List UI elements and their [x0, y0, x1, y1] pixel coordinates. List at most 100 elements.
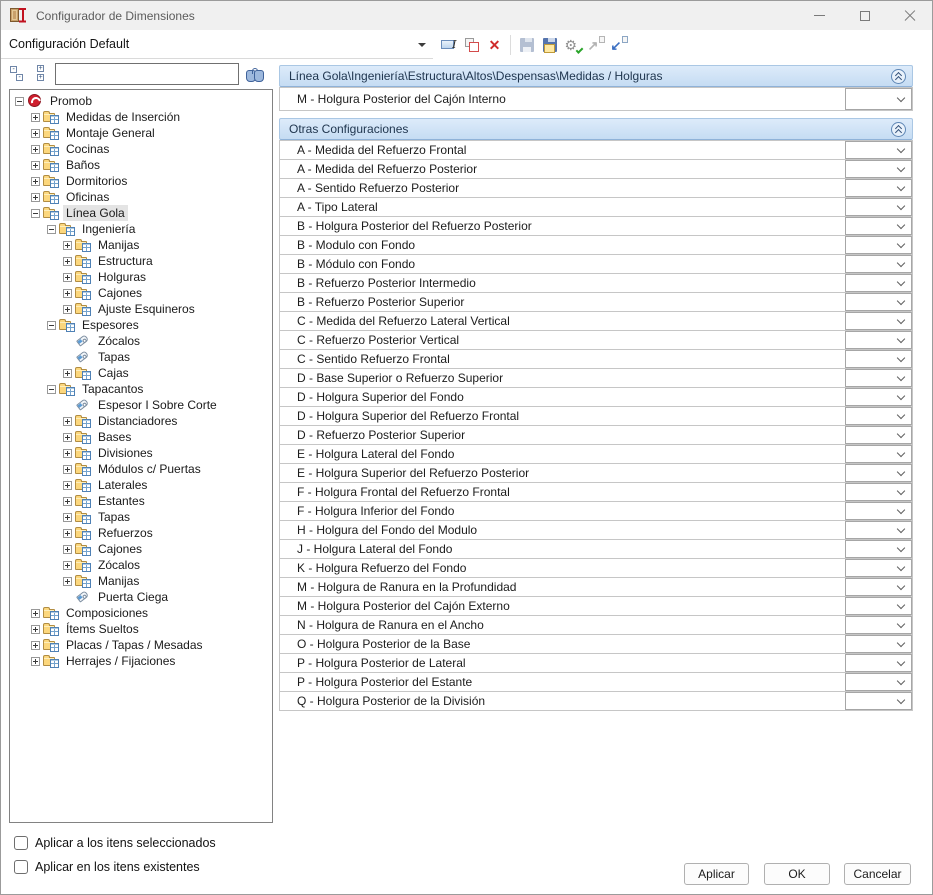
expander-icon[interactable] — [31, 161, 40, 170]
tree-item-label[interactable]: Herrajes / Fijaciones — [63, 653, 178, 669]
minimize-button[interactable] — [797, 1, 842, 30]
field-value-combobox[interactable] — [845, 502, 912, 520]
collapse-section-icon[interactable] — [891, 122, 906, 137]
tree-item-label[interactable]: Composiciones — [63, 605, 151, 621]
tree-item-label[interactable]: Dormitorios — [63, 173, 130, 189]
field-value-combobox[interactable] — [845, 274, 912, 292]
tree-item[interactable]: Módulos c/ Puertas — [10, 461, 272, 477]
tree-item[interactable]: Dormitorios — [10, 173, 272, 189]
tree-item[interactable]: Cajas — [10, 365, 272, 381]
field-value-combobox[interactable] — [845, 198, 912, 216]
field-value-combobox[interactable] — [845, 312, 912, 330]
tree-item[interactable]: Tapas — [10, 349, 272, 365]
configuration-selector[interactable]: Configuración Default — [1, 30, 433, 59]
expander-icon[interactable] — [63, 545, 72, 554]
field-value-combobox[interactable] — [845, 179, 912, 197]
tree-item-label[interactable]: Estructura — [95, 253, 156, 269]
tree-item[interactable]: Cajones — [10, 285, 272, 301]
tree-item-label[interactable]: Tapacantos — [79, 381, 146, 397]
tree-item[interactable]: Puerta Ciega — [10, 589, 272, 605]
expander-icon[interactable] — [31, 129, 40, 138]
tree-item[interactable]: Bases — [10, 429, 272, 445]
expander-icon[interactable] — [31, 657, 40, 666]
field-value-combobox[interactable] — [845, 255, 912, 273]
collapse-section-icon[interactable] — [891, 69, 906, 84]
field-value-combobox[interactable] — [845, 673, 912, 691]
field-value-combobox[interactable] — [845, 331, 912, 349]
tree-item[interactable]: Ajuste Esquineros — [10, 301, 272, 317]
tree-item[interactable]: Cajones — [10, 541, 272, 557]
tree-item-label[interactable]: Distanciadores — [95, 413, 180, 429]
tree-item-label[interactable]: Manijas — [95, 237, 142, 253]
tree-item-label[interactable]: Cajas — [95, 365, 132, 381]
tree-item-label[interactable]: Espesores — [79, 317, 142, 333]
tree-item[interactable]: Estructura — [10, 253, 272, 269]
tree-item-label[interactable]: Zócalos — [95, 557, 143, 573]
field-value-combobox[interactable] — [845, 483, 912, 501]
expander-icon[interactable] — [63, 369, 72, 378]
tree-item-label[interactable]: Espesor I Sobre Corte — [95, 397, 220, 413]
tree-item[interactable]: Ingeniería — [10, 221, 272, 237]
tree-item-label[interactable]: Holguras — [95, 269, 149, 285]
tree-item[interactable]: Tapas — [10, 509, 272, 525]
expander-icon[interactable] — [63, 417, 72, 426]
tree-view[interactable]: Promob Medidas de Inserción Montaje Gene… — [9, 89, 273, 823]
save-button-toolbar[interactable] — [516, 34, 537, 56]
expander-icon[interactable] — [63, 273, 72, 282]
expander-icon[interactable] — [63, 465, 72, 474]
expander-icon[interactable] — [63, 481, 72, 490]
cancel-button[interactable]: Cancelar — [844, 863, 911, 885]
tree-item-label[interactable]: Puerta Ciega — [95, 589, 171, 605]
tree-item[interactable]: Laterales — [10, 477, 272, 493]
field-value-combobox[interactable] — [845, 160, 912, 178]
field-value-combobox[interactable] — [845, 597, 912, 615]
field-value-combobox[interactable] — [845, 388, 912, 406]
expander-icon[interactable] — [31, 193, 40, 202]
tree-item-label[interactable]: Ítems Sueltos — [63, 621, 142, 637]
copy-config-button[interactable] — [461, 34, 482, 56]
tree-item-label[interactable]: Ingeniería — [79, 221, 138, 237]
field-value-combobox[interactable] — [845, 217, 912, 235]
rename-config-button[interactable]: I — [438, 34, 459, 56]
expander-icon[interactable] — [63, 433, 72, 442]
close-button[interactable] — [887, 1, 932, 30]
field-value-combobox[interactable] — [845, 236, 912, 254]
tree-item-label[interactable]: Zócalos — [95, 333, 143, 349]
expander-icon[interactable] — [15, 97, 24, 106]
import-button[interactable]: ↙ — [608, 34, 629, 56]
tree-item-label[interactable]: Cocinas — [63, 141, 112, 157]
expander-icon[interactable] — [31, 625, 40, 634]
tree-item[interactable]: Medidas de Inserción — [10, 109, 272, 125]
field-value-combobox[interactable] — [845, 426, 912, 444]
expander-icon[interactable] — [63, 305, 72, 314]
export-button[interactable]: ↗ — [585, 34, 606, 56]
tree-item-label[interactable]: Bases — [95, 429, 134, 445]
tree-item-label[interactable]: Montaje General — [63, 125, 158, 141]
field-value-combobox[interactable] — [845, 445, 912, 463]
tree-item[interactable]: Composiciones — [10, 605, 272, 621]
tree-item[interactable]: Placas / Tapas / Mesadas — [10, 637, 272, 653]
expander-icon[interactable] — [31, 145, 40, 154]
collapse-all-icon[interactable]: -- — [9, 65, 27, 83]
tree-item-label[interactable]: Manijas — [95, 573, 142, 589]
apply-existing-items-checkbox[interactable] — [14, 860, 28, 874]
field-value-combobox[interactable] — [845, 407, 912, 425]
tree-item[interactable]: Espesores — [10, 317, 272, 333]
apply-button[interactable]: Aplicar — [684, 863, 749, 885]
tree-item-label[interactable]: Placas / Tapas / Mesadas — [63, 637, 206, 653]
tree-item-label[interactable]: Estantes — [95, 493, 148, 509]
tree-item-label[interactable]: Ajuste Esquineros — [95, 301, 198, 317]
tree-item-label[interactable]: Refuerzos — [95, 525, 156, 541]
tree-item[interactable]: Baños — [10, 157, 272, 173]
tree-item-label[interactable]: Laterales — [95, 477, 150, 493]
field-value-combobox[interactable] — [845, 616, 912, 634]
expander-icon[interactable] — [63, 513, 72, 522]
tree-item-label[interactable]: Medidas de Inserción — [63, 109, 183, 125]
expander-icon[interactable] — [31, 177, 40, 186]
field-value-combobox[interactable] — [845, 141, 912, 159]
expander-icon[interactable] — [63, 497, 72, 506]
tree-item[interactable]: Cocinas — [10, 141, 272, 157]
tree-item[interactable]: Herrajes / Fijaciones — [10, 653, 272, 669]
expander-icon[interactable] — [63, 257, 72, 266]
field-value-combobox[interactable] — [845, 635, 912, 653]
